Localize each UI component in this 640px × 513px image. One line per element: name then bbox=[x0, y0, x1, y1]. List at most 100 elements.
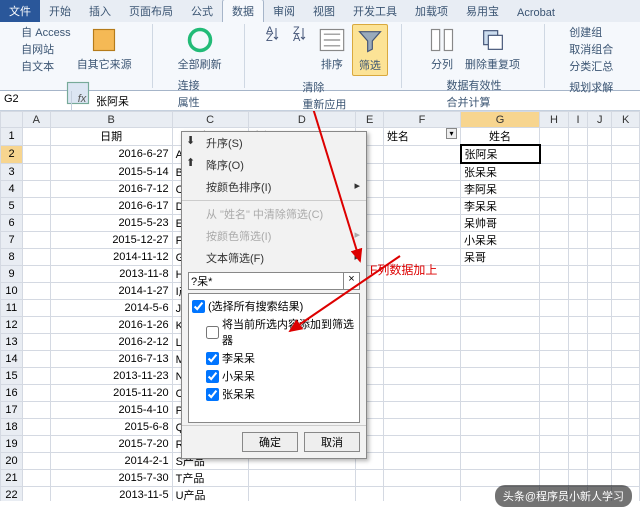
cell[interactable] bbox=[588, 317, 612, 334]
row-hdr[interactable]: 10 bbox=[1, 283, 23, 300]
cell-name[interactable] bbox=[461, 453, 540, 470]
cell[interactable] bbox=[612, 334, 640, 351]
cell[interactable] bbox=[588, 470, 612, 487]
cell[interactable] bbox=[568, 181, 587, 198]
row-hdr[interactable]: 4 bbox=[1, 181, 23, 198]
tab-formula[interactable]: 公式 bbox=[182, 0, 222, 22]
row-hdr[interactable]: 16 bbox=[1, 385, 23, 402]
cell[interactable] bbox=[588, 249, 612, 266]
cell[interactable] bbox=[568, 249, 587, 266]
btn-other-source[interactable]: 自其它来源 bbox=[74, 24, 135, 74]
tab-acrobat[interactable]: Acrobat bbox=[508, 4, 564, 22]
cell[interactable] bbox=[356, 487, 384, 502]
row-hdr[interactable]: 5 bbox=[1, 198, 23, 215]
cell-date[interactable]: 2016-1-26 bbox=[50, 317, 172, 334]
cell[interactable] bbox=[23, 283, 51, 300]
cell[interactable] bbox=[568, 232, 587, 249]
cell-name[interactable] bbox=[461, 351, 540, 368]
cell-date[interactable]: 2013-11-23 bbox=[50, 368, 172, 385]
cell[interactable] bbox=[588, 368, 612, 385]
cell[interactable] bbox=[588, 283, 612, 300]
cell[interactable] bbox=[612, 300, 640, 317]
cell[interactable] bbox=[568, 198, 587, 215]
filter-search-input[interactable] bbox=[188, 272, 344, 290]
cell[interactable] bbox=[568, 215, 587, 232]
row-hdr[interactable]: 3 bbox=[1, 163, 23, 181]
cell[interactable] bbox=[383, 266, 460, 283]
cell[interactable] bbox=[568, 385, 587, 402]
cell[interactable] bbox=[23, 163, 51, 181]
cell-date[interactable]: 2014-5-6 bbox=[50, 300, 172, 317]
cell[interactable] bbox=[540, 145, 569, 163]
cell[interactable] bbox=[588, 163, 612, 181]
cell[interactable] bbox=[540, 470, 569, 487]
cell[interactable] bbox=[588, 300, 612, 317]
btn-ungroup[interactable]: 取消组合 bbox=[569, 41, 613, 57]
cell[interactable] bbox=[540, 232, 569, 249]
row-hdr[interactable]: 9 bbox=[1, 266, 23, 283]
cell[interactable] bbox=[588, 198, 612, 215]
cell[interactable] bbox=[383, 334, 460, 351]
cell-date[interactable]: 2013-11-5 bbox=[50, 487, 172, 502]
cell-name[interactable]: 张呆呆 bbox=[461, 163, 540, 181]
cell[interactable] bbox=[568, 436, 587, 453]
cell[interactable] bbox=[588, 232, 612, 249]
cell[interactable] bbox=[540, 317, 569, 334]
cell[interactable] bbox=[356, 470, 384, 487]
hdr-name-f[interactable]: 姓名▾ bbox=[383, 128, 460, 146]
cell-date[interactable]: 2014-2-1 bbox=[50, 453, 172, 470]
cell[interactable] bbox=[588, 181, 612, 198]
cell-date[interactable]: 2015-5-14 bbox=[50, 163, 172, 181]
cell[interactable] bbox=[383, 300, 460, 317]
cell[interactable] bbox=[612, 436, 640, 453]
cell[interactable] bbox=[23, 317, 51, 334]
col-B[interactable]: B bbox=[50, 112, 172, 128]
cell-name[interactable] bbox=[461, 385, 540, 402]
cell-name[interactable] bbox=[461, 300, 540, 317]
col-H[interactable]: H bbox=[540, 112, 569, 128]
cell[interactable] bbox=[588, 351, 612, 368]
cell[interactable] bbox=[383, 249, 460, 266]
cell[interactable] bbox=[23, 181, 51, 198]
ok-button[interactable]: 确定 bbox=[242, 432, 298, 452]
cell-date[interactable]: 2014-1-27 bbox=[50, 283, 172, 300]
cell[interactable] bbox=[588, 334, 612, 351]
cell[interactable] bbox=[23, 232, 51, 249]
cell[interactable] bbox=[568, 419, 587, 436]
cell[interactable] bbox=[540, 300, 569, 317]
cell-name[interactable] bbox=[461, 266, 540, 283]
row-hdr[interactable]: 18 bbox=[1, 419, 23, 436]
cell-date[interactable]: 2015-6-8 bbox=[50, 419, 172, 436]
row-hdr[interactable]: 1 bbox=[1, 128, 23, 146]
cell[interactable] bbox=[23, 385, 51, 402]
row-hdr[interactable]: 11 bbox=[1, 300, 23, 317]
cell[interactable] bbox=[23, 368, 51, 385]
cell-name[interactable] bbox=[461, 436, 540, 453]
cell[interactable] bbox=[23, 351, 51, 368]
formula-value[interactable]: 张阿呆 bbox=[92, 91, 640, 110]
cancel-button[interactable]: 取消 bbox=[304, 432, 360, 452]
row-hdr[interactable]: 13 bbox=[1, 334, 23, 351]
cell[interactable] bbox=[568, 470, 587, 487]
cell[interactable] bbox=[383, 317, 460, 334]
btn-sort-za[interactable]: ZA bbox=[288, 24, 312, 46]
cell-date[interactable]: 2015-5-23 bbox=[50, 215, 172, 232]
col-I[interactable]: I bbox=[568, 112, 587, 128]
row-hdr[interactable]: 8 bbox=[1, 249, 23, 266]
cell[interactable] bbox=[540, 436, 569, 453]
cell[interactable] bbox=[540, 385, 569, 402]
row-hdr[interactable]: 14 bbox=[1, 351, 23, 368]
cell[interactable] bbox=[383, 198, 460, 215]
tab-view[interactable]: 视图 bbox=[304, 0, 344, 22]
cell[interactable] bbox=[383, 436, 460, 453]
cell[interactable] bbox=[588, 145, 612, 163]
cell[interactable] bbox=[568, 368, 587, 385]
cell-amount[interactable] bbox=[248, 470, 356, 487]
row-hdr[interactable]: 12 bbox=[1, 317, 23, 334]
tab-data[interactable]: 数据 bbox=[222, 0, 264, 22]
cell-name[interactable]: 李呆呆 bbox=[461, 198, 540, 215]
cell[interactable] bbox=[23, 145, 51, 163]
select-all[interactable] bbox=[1, 112, 23, 128]
btn-sort-az[interactable]: AZ bbox=[261, 24, 285, 46]
row-hdr[interactable]: 20 bbox=[1, 453, 23, 470]
